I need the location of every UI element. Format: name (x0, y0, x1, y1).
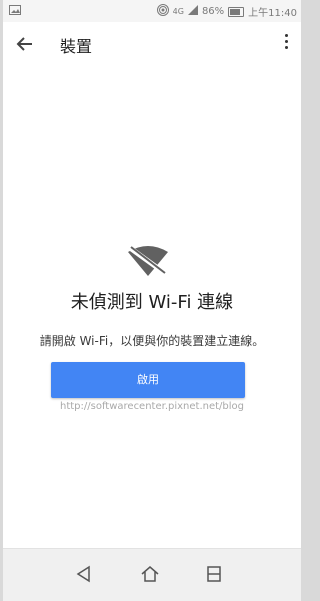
triangle-back-icon[interactable] (73, 563, 95, 585)
status-bar: 4G 86% 上午11:40 (3, 0, 301, 22)
no-wifi-headline: 未偵測到 Wi-Fi 連線 (70, 292, 234, 313)
recents-icon[interactable] (203, 563, 225, 585)
page-title: 裝置 (60, 37, 93, 56)
battery-percent: 86% (201, 6, 225, 17)
hotspot-icon (156, 4, 169, 19)
no-wifi-message: 請開啟 Wi-Fi，以便與你的裝置建立連線。 (39, 334, 265, 348)
more-vert-icon[interactable] (285, 34, 289, 54)
network-type: 4G (172, 7, 184, 16)
battery-icon (228, 6, 245, 17)
gallery-icon (9, 5, 21, 18)
navigation-bar (3, 548, 301, 601)
arrow-back-icon[interactable] (13, 32, 37, 56)
clock: 上午11:40 (248, 8, 297, 19)
app-bar: 裝置 (3, 22, 301, 66)
watermark-text: http://softwarecenter.pixnet.net/blog (59, 401, 245, 412)
signal-icon (187, 5, 198, 18)
wifi-off-icon (126, 245, 170, 280)
home-icon[interactable] (139, 563, 161, 585)
enable-button[interactable]: 啟用 (51, 362, 245, 398)
